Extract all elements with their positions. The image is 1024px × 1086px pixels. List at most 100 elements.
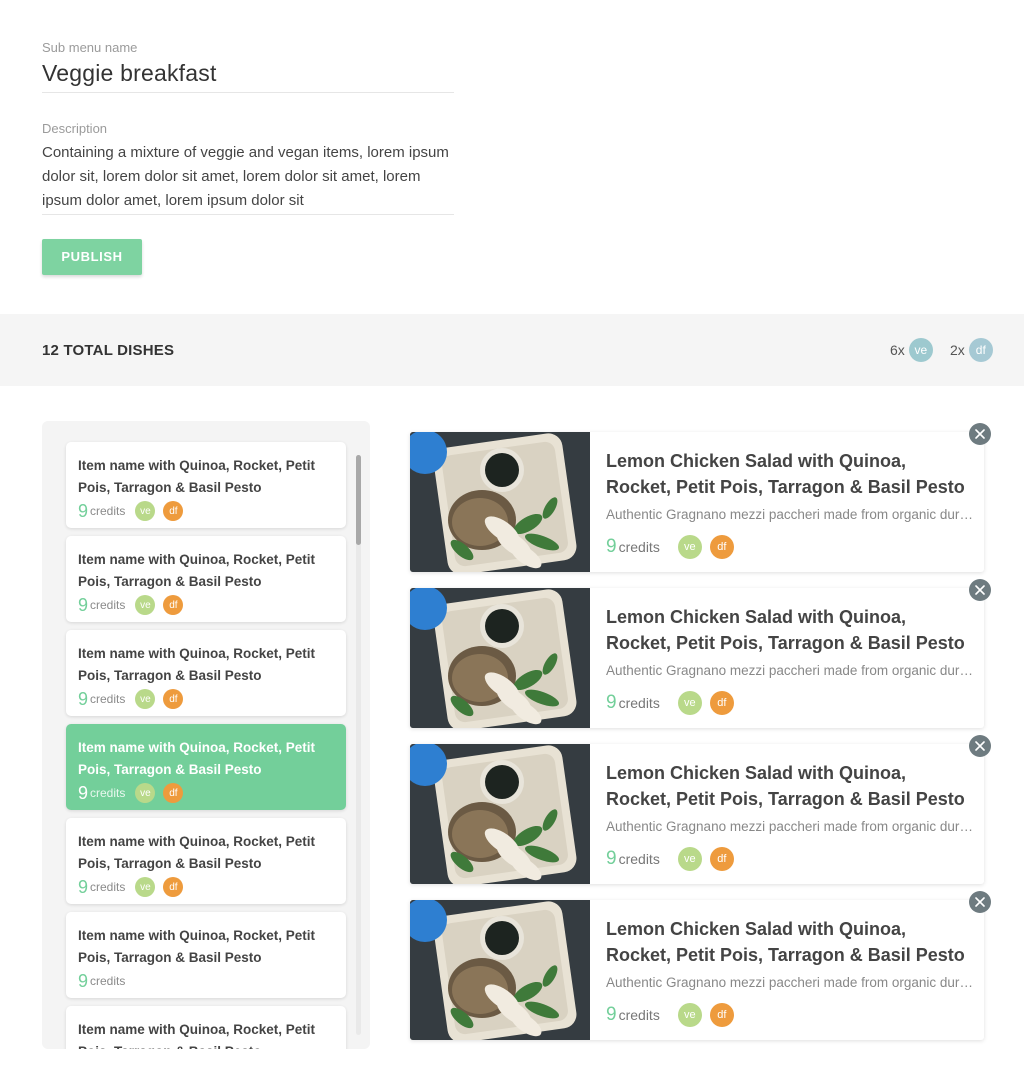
list-item-meta: 9 credits ve df xyxy=(78,875,334,899)
list-item-meta: 9 credits ve df xyxy=(78,687,334,711)
list-item-name: Item name with Quinoa, Rocket, Petit Poi… xyxy=(78,740,316,777)
credits-value: 9 xyxy=(606,1004,617,1025)
submenu-form: Sub menu name Veggie breakfast Descripti… xyxy=(42,40,454,275)
credits-value: 9 xyxy=(78,782,89,803)
total-dishes-count: 12 TOTAL DISHES xyxy=(42,342,175,359)
scrollbar-thumb[interactable] xyxy=(356,455,361,545)
df-tag: df xyxy=(163,595,184,615)
list-item-name: Item name with Quinoa, Rocket, Petit Poi… xyxy=(78,552,316,589)
dish-title: Lemon Chicken Salad with Quinoa, Rocket,… xyxy=(606,763,965,809)
credits-label: credits xyxy=(618,1007,660,1023)
dish-description: Authentic Gragnano mezzi paccheri made f… xyxy=(606,663,978,678)
dish-title: Lemon Chicken Salad with Quinoa, Rocket,… xyxy=(606,607,965,653)
list-item-name: Item name with Quinoa, Rocket, Petit Poi… xyxy=(78,928,316,965)
dish-description: Authentic Gragnano mezzi paccheri made f… xyxy=(606,975,978,990)
list-item-name: Item name with Quinoa, Rocket, Petit Poi… xyxy=(78,834,316,871)
dish-photo xyxy=(410,900,590,1040)
dish-card[interactable]: Lemon Chicken Salad with Quinoa, Rocket,… xyxy=(410,891,991,1040)
list-item-name: Item name with Quinoa, Rocket, Petit Poi… xyxy=(78,1022,316,1049)
ve-count-value: 6x xyxy=(890,342,905,358)
ve-tag: ve xyxy=(677,847,702,871)
ve-tag-badge: ve xyxy=(908,338,933,362)
dishes-summary-bar: 12 TOTAL DISHES 6x ve 2x df xyxy=(0,314,1024,386)
ve-tag: ve xyxy=(677,535,702,559)
dish-description: Authentic Gragnano mezzi paccheri made f… xyxy=(606,507,978,522)
credits-value: 9 xyxy=(78,594,89,615)
dish-photo xyxy=(410,588,590,728)
df-tag-badge: df xyxy=(968,338,993,362)
credits-label: credits xyxy=(90,786,126,800)
dish-meta: 9 credits ve df xyxy=(606,535,742,559)
credits-value: 9 xyxy=(606,848,617,869)
publish-button[interactable]: PUBLISH xyxy=(42,239,142,275)
dish-card[interactable]: Lemon Chicken Salad with Quinoa, Rocket,… xyxy=(410,423,991,572)
ve-tag: ve xyxy=(677,1003,702,1027)
list-item-name: Item name with Quinoa, Rocket, Petit Poi… xyxy=(78,646,316,683)
close-icon xyxy=(975,585,985,595)
df-tag: df xyxy=(709,691,734,715)
close-icon xyxy=(975,429,985,439)
description-input[interactable]: Containing a mixture of veggie and vegan… xyxy=(42,141,454,215)
remove-dish-button[interactable] xyxy=(969,423,991,445)
df-tag: df xyxy=(163,501,184,521)
credits-value: 9 xyxy=(78,688,89,709)
dish-meta: 9 credits ve df xyxy=(606,1003,742,1027)
item-list-scrollbar[interactable] xyxy=(356,455,361,1035)
description-label: Description xyxy=(42,121,108,136)
list-item[interactable]: Item name with Quinoa, Rocket, Petit Poi… xyxy=(66,724,346,810)
ve-tag: ve xyxy=(135,595,156,615)
remove-dish-button[interactable] xyxy=(969,891,991,913)
df-tag: df xyxy=(163,783,184,803)
df-tag: df xyxy=(163,877,184,897)
dish-photo xyxy=(410,432,590,572)
credits-label: credits xyxy=(618,539,660,555)
ve-tag: ve xyxy=(677,691,702,715)
remove-dish-button[interactable] xyxy=(969,579,991,601)
credits-label: credits xyxy=(90,880,126,894)
credits-label: credits xyxy=(90,598,126,612)
df-tag: df xyxy=(709,847,734,871)
list-item-meta: 9 credits ve df xyxy=(78,499,334,523)
df-tag: df xyxy=(163,689,184,709)
remove-dish-button[interactable] xyxy=(969,735,991,757)
ve-count: 6x ve xyxy=(890,338,933,362)
credits-value: 9 xyxy=(606,692,617,713)
credits-label: credits xyxy=(90,692,126,706)
submenu-name-label: Sub menu name xyxy=(42,40,138,55)
dish-meta: 9 credits ve df xyxy=(606,691,742,715)
submenu-name-input[interactable]: Veggie breakfast xyxy=(42,60,454,93)
ve-tag: ve xyxy=(135,501,156,521)
list-item-meta: 9 credits ve df xyxy=(78,781,334,805)
dish-title: Lemon Chicken Salad with Quinoa, Rocket,… xyxy=(606,451,965,497)
ve-tag: ve xyxy=(135,689,156,709)
dish-card[interactable]: Lemon Chicken Salad with Quinoa, Rocket,… xyxy=(410,735,991,884)
close-icon xyxy=(975,897,985,907)
list-item[interactable]: Item name with Quinoa, Rocket, Petit Poi… xyxy=(66,442,346,528)
list-item[interactable]: Item name with Quinoa, Rocket, Petit Poi… xyxy=(66,818,346,904)
credits-label: credits xyxy=(618,851,660,867)
credits-value: 9 xyxy=(606,536,617,557)
dish-description: Authentic Gragnano mezzi paccheri made f… xyxy=(606,819,978,834)
credits-label: credits xyxy=(618,695,660,711)
dish-card[interactable]: Lemon Chicken Salad with Quinoa, Rocket,… xyxy=(410,579,991,728)
credits-label: credits xyxy=(90,504,126,518)
list-item[interactable]: Item name with Quinoa, Rocket, Petit Poi… xyxy=(66,1006,346,1049)
ve-tag: ve xyxy=(135,877,156,897)
credits-value: 9 xyxy=(78,500,89,521)
credits-value: 9 xyxy=(78,970,89,991)
df-count: 2x df xyxy=(950,338,993,362)
dish-title: Lemon Chicken Salad with Quinoa, Rocket,… xyxy=(606,919,965,965)
dish-meta: 9 credits ve df xyxy=(606,847,742,871)
close-icon xyxy=(975,741,985,751)
list-item-meta: 9 credits ve df xyxy=(78,593,334,617)
ve-tag: ve xyxy=(135,783,156,803)
list-item[interactable]: Item name with Quinoa, Rocket, Petit Poi… xyxy=(66,536,346,622)
list-item-meta: 9 credits xyxy=(78,969,334,993)
item-list-panel: Item name with Quinoa, Rocket, Petit Poi… xyxy=(42,421,370,1049)
list-item[interactable]: Item name with Quinoa, Rocket, Petit Poi… xyxy=(66,912,346,998)
df-count-value: 2x xyxy=(950,342,965,358)
credits-label: credits xyxy=(90,974,126,988)
list-item[interactable]: Item name with Quinoa, Rocket, Petit Poi… xyxy=(66,630,346,716)
list-item-name: Item name with Quinoa, Rocket, Petit Poi… xyxy=(78,458,316,495)
credits-value: 9 xyxy=(78,876,89,897)
